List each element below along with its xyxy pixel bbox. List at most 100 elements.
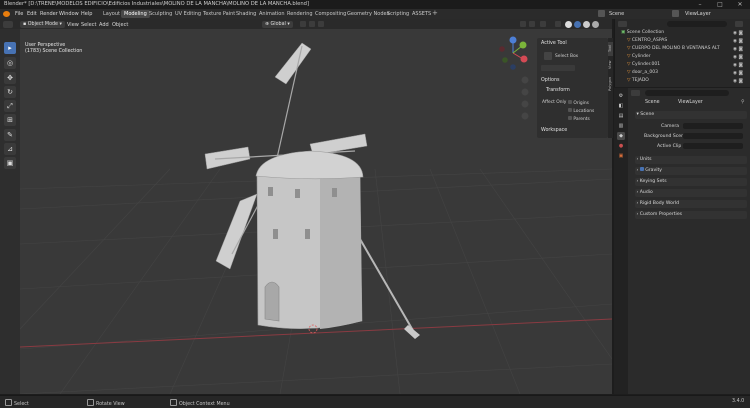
active-tool-title[interactable]: Active Tool [541,41,567,46]
gizmo-neg-x-icon[interactable] [499,46,505,52]
xray-icon[interactable] [555,21,561,27]
select-box-icon[interactable]: ▸ [4,42,16,54]
overlays-icon[interactable] [540,21,546,27]
blender-logo-icon[interactable] [3,11,10,17]
keying-sets-section[interactable]: › Keying Sets [635,178,747,186]
outliner-editor-icon[interactable] [618,21,627,27]
render-tab-icon[interactable]: ◧ [617,102,625,110]
shading-wireframe-icon[interactable] [565,20,572,28]
viewlayer-icon[interactable] [672,10,679,17]
view-layer-tab-icon[interactable]: ▥ [617,122,625,130]
gizmo-x-icon[interactable] [520,55,528,63]
outliner-row[interactable]: ▽ TEJADO [627,78,649,83]
gravity-checkbox[interactable] [639,167,644,171]
transform-title[interactable]: Transform [546,88,570,93]
outliner-search-input[interactable] [667,21,727,27]
menu-help[interactable]: Help [81,11,92,17]
tool-tab-icon[interactable]: ⚙ [617,92,625,100]
tab-assets[interactable]: ASSETS [409,10,434,18]
outliner-root[interactable]: ▣ Scene Collection [621,30,664,35]
units-section[interactable]: › Units [635,156,747,164]
tab-animation[interactable]: Animation [256,10,288,18]
maximize-icon[interactable]: □ [710,0,730,9]
tab-view[interactable]: View [608,58,613,72]
selection-mode-icons[interactable] [3,31,17,36]
scene-icon[interactable] [598,10,605,17]
transform-icon[interactable]: ⊞ [4,114,16,126]
gravity-section[interactable]: › Gravity [635,167,747,175]
measure-icon[interactable]: ⊿ [4,143,16,155]
pan-hand-icon[interactable] [521,88,529,96]
outliner-row[interactable]: ▽ door_a_003 [627,70,658,75]
background-scene-field[interactable] [683,133,743,139]
properties-search-input[interactable] [645,90,729,96]
scale-icon[interactable]: ⤢ [4,100,16,112]
editor-type-icon[interactable] [3,20,13,28]
scene-tab-icon[interactable]: ◆ [617,132,625,140]
origins-option[interactable]: Origins [568,100,589,106]
world-tab-icon[interactable]: ● [617,142,625,150]
outliner-row[interactable]: ▽ Cylinder.001 [627,62,660,67]
camera-view-icon[interactable] [521,100,529,108]
snap-icon[interactable] [309,21,315,27]
mode-selector[interactable]: ▪ Object Mode ▾ [20,20,65,28]
rigid-body-world-section[interactable]: › Rigid Body World [635,200,747,208]
viewport-canvas[interactable] [20,29,612,394]
tab-tool[interactable]: Tool [608,42,613,56]
locations-option[interactable]: Locations [568,108,594,114]
gizmo-icon[interactable] [529,21,535,27]
audio-section[interactable]: › Audio [635,189,747,197]
menu-edit[interactable]: Edit [27,11,37,17]
zoom-icon[interactable] [521,76,529,84]
gizmo-z-icon[interactable] [509,36,517,44]
filter-icon[interactable] [735,21,743,27]
menu-object[interactable]: Object [112,22,128,28]
cursor-icon[interactable]: ◎ [4,57,16,69]
workspace-title[interactable]: Workspace [541,128,567,133]
pivot-icon[interactable] [300,21,306,27]
viewlayer-selector[interactable]: ViewLayer [685,11,711,17]
gizmo-y-icon[interactable] [519,41,527,49]
menu-file[interactable]: File [15,11,23,17]
menu-add[interactable]: Add [99,22,109,28]
move-icon[interactable]: ✥ [4,72,16,84]
tab-rendering[interactable]: Rendering [284,10,316,18]
add-cube-icon[interactable]: ▣ [4,157,16,169]
gizmo-neg-z-icon[interactable] [510,64,516,70]
scene-selector[interactable]: Scene [609,11,624,17]
tab-sculpting[interactable]: Sculpting [146,10,175,18]
menu-window[interactable]: Window [59,11,79,17]
gizmo-neg-y-icon[interactable] [502,57,508,63]
outliner-row[interactable]: ▽ Cylinder [627,54,651,59]
transform-orientation[interactable]: ⊕ Global ▾ [262,20,293,28]
shading-rendered-icon[interactable] [592,20,599,28]
proportional-edit-icon[interactable] [318,21,324,27]
tab-polygon[interactable]: Polygon [608,74,613,94]
tab-scripting[interactable]: Scripting [384,10,412,18]
output-tab-icon[interactable]: ▤ [617,112,625,120]
tab-layout[interactable]: Layout [100,10,123,18]
select-box-icon[interactable] [544,52,552,60]
scene-section[interactable]: ▾ Scene [635,111,747,119]
visibility-eye-icon[interactable]: ◉ ◙ ◉ ◙ ◉ ◙ ◉ ◙ ◉ ◙ ◉ ◙ ◉ ◙ [733,30,743,86]
perspective-toggle-icon[interactable] [521,112,529,120]
active-clip-field[interactable] [683,143,743,149]
parents-option[interactable]: Parents [568,116,590,122]
outliner-row[interactable]: ▽ CENTRO_ASPAS [627,38,667,43]
pin-icon[interactable]: ⚲ [741,99,745,105]
options-title[interactable]: Options [541,78,560,83]
close-icon[interactable]: ✕ [730,0,750,9]
annotate-icon[interactable]: ✎ [4,129,16,141]
navigation-gizmo[interactable] [499,36,528,70]
select-mode-buttons[interactable] [541,65,575,71]
add-workspace-icon[interactable]: + [432,9,438,17]
shading-material-icon[interactable] [583,20,590,28]
custom-properties-section[interactable]: › Custom Properties [635,211,747,219]
properties-editor-icon[interactable] [631,90,640,96]
outliner-row[interactable]: ▽ CUERPO DEL MOLINO B VENTANAS ALT [627,46,720,51]
visibility-icon[interactable] [520,21,526,27]
menu-view[interactable]: View [67,22,79,28]
3d-viewport[interactable]: User Perspective (1783) Scene Collection [20,29,612,394]
collection-tab-icon[interactable]: ▣ [617,152,625,160]
menu-select[interactable]: Select [81,22,96,28]
